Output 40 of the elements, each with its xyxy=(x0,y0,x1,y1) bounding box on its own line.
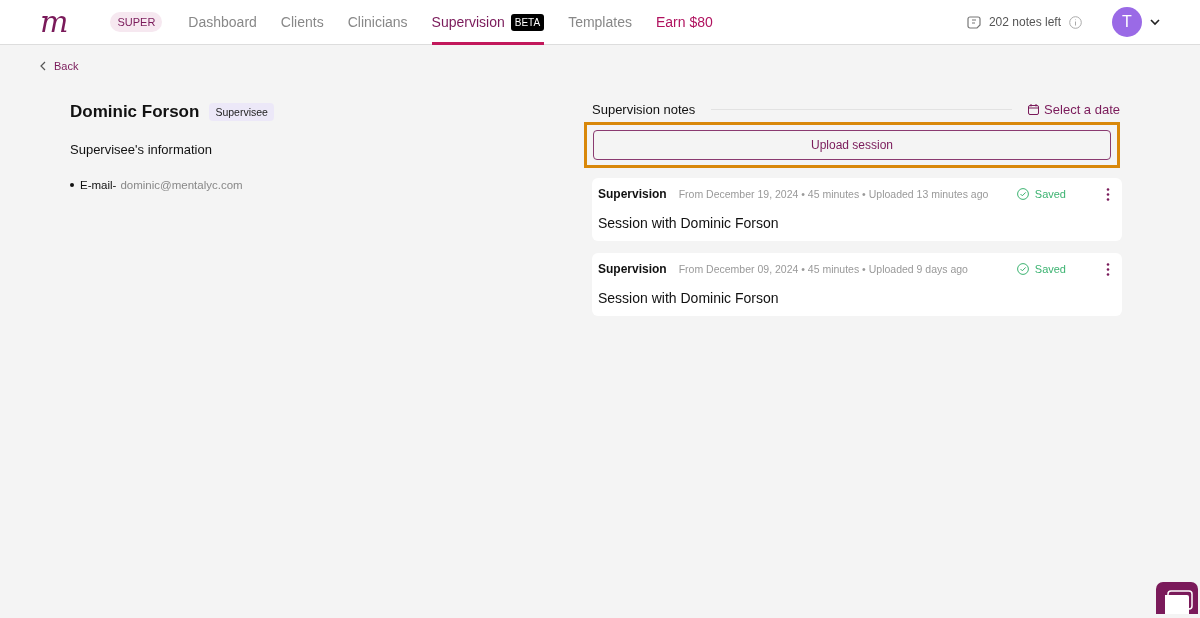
back-link[interactable]: Back xyxy=(40,60,79,72)
note-type: Supervision xyxy=(598,187,667,201)
logo[interactable]: m xyxy=(40,7,69,37)
field-value: dominic@mentalyc.com xyxy=(120,179,243,191)
upload-session-button[interactable]: Upload session xyxy=(593,130,1111,160)
nav-tab[interactable]: Earn $80 xyxy=(655,0,713,45)
note-meta: From December 09, 2024 • 45 minutes • Uploaded 9 days ago xyxy=(678,263,968,275)
avatar[interactable]: T xyxy=(1112,7,1142,37)
nav-tab[interactable]: Templates xyxy=(568,0,632,45)
note-title[interactable]: Session with Dominic Forson xyxy=(598,215,1110,231)
more-options-icon[interactable] xyxy=(1106,262,1110,276)
date-picker[interactable]: Select a date xyxy=(1028,102,1120,117)
nav-tab[interactable]: Supervision BETA xyxy=(431,0,545,45)
calendar-icon xyxy=(1028,104,1040,115)
nav-tab[interactable]: Dashboard xyxy=(188,0,257,45)
note-meta: From December 19, 2024 • 45 minutes • Uploaded 13 minutes ago xyxy=(678,188,989,200)
nav-tab[interactable]: Clients xyxy=(280,0,324,45)
note-card[interactable]: Supervision From December 09, 2024 • 45 minutes • Uploaded 9 days ago Saved Session with Dominic Forson xyxy=(592,253,1122,316)
chevron-left-icon xyxy=(40,61,46,71)
beta-badge: BETA xyxy=(510,13,545,31)
notes-icon xyxy=(966,15,981,29)
check-circle-icon xyxy=(1016,263,1029,275)
saved-status: Saved xyxy=(1016,188,1066,200)
chat-launcher-icon[interactable] xyxy=(1156,582,1198,614)
saved-status: Saved xyxy=(1016,263,1066,275)
note-card[interactable]: Supervision From December 19, 2024 • 45 minutes • Uploaded 13 minutes ago Saved Session with Dominic Forson xyxy=(592,178,1122,241)
supervisee-name: Dominic Forson xyxy=(70,102,200,122)
bullet-icon xyxy=(70,183,74,187)
chevron-down-icon[interactable] xyxy=(1150,18,1160,26)
more-options-icon[interactable] xyxy=(1106,187,1110,201)
plan-badge: SUPER xyxy=(110,12,163,32)
field-label: E-mail- xyxy=(80,179,117,191)
role-badge: Supervisee xyxy=(209,103,274,121)
notes-heading: Supervision notes xyxy=(592,102,696,117)
note-title[interactable]: Session with Dominic Forson xyxy=(598,290,1110,306)
note-type: Supervision xyxy=(598,262,667,276)
check-circle-icon xyxy=(1016,188,1029,200)
section-title: Supervisee's information xyxy=(70,142,213,157)
notes-left-text: 202 notes left xyxy=(988,15,1061,29)
nav-tab[interactable]: Clinicians xyxy=(347,0,408,45)
